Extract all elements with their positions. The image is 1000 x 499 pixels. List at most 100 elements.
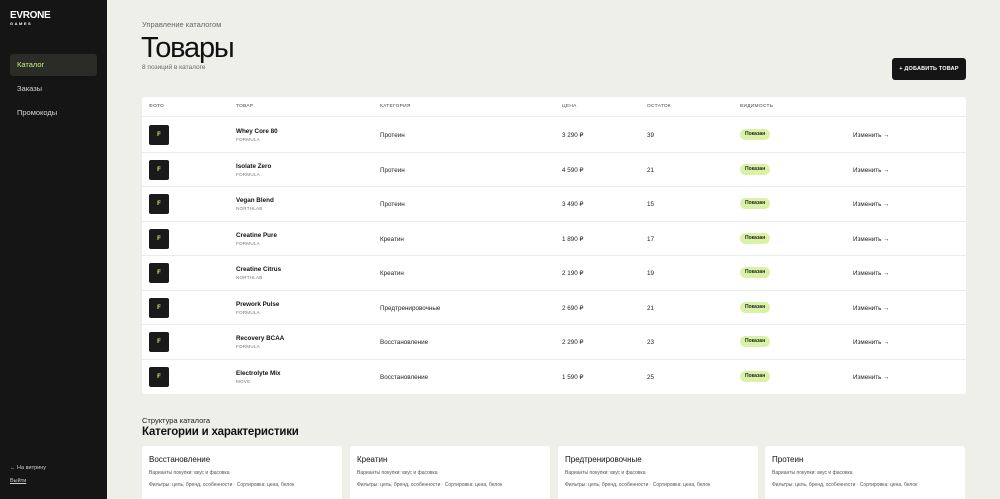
product-stock: 21: [647, 304, 655, 312]
product-price: 1 590 ₽: [562, 373, 584, 381]
product-category: Протеин: [380, 166, 405, 174]
product-price: 3 490 ₽: [562, 201, 584, 208]
product-brand: FORMULA: [236, 344, 260, 349]
category-variants: Варианты покупки: вкус и фасовка: [772, 470, 853, 476]
product-stock: 23: [647, 339, 655, 346]
visibility-badge[interactable]: Показан: [740, 336, 771, 347]
products-table: ФОТО ТОВАР КАТЕГОРИЯ ЦЕНА ОСТАТОК ВИДИМО…: [142, 97, 966, 394]
product-brand: MOVE: [236, 378, 251, 384]
product-price: 2 190 ₽: [562, 270, 584, 277]
product-thumbnail: F: [149, 366, 169, 387]
visibility-badge[interactable]: Показан: [740, 267, 771, 278]
edit-product-link[interactable]: Изменить →: [853, 167, 889, 174]
product-price: 1 890 ₽: [562, 235, 584, 243]
product-name: Recovery BCAA: [236, 335, 285, 342]
category-card[interactable]: Протеин Варианты покупки: вкус и фасовка…: [765, 446, 965, 499]
table-header: ФОТО ТОВАР КАТЕГОРИЯ ЦЕНА ОСТАТОК ВИДИМО…: [142, 97, 966, 117]
product-brand: FORMULA: [236, 240, 260, 246]
category-filters: Фильтры: цель, бренд, особенности · Сорт…: [357, 482, 503, 488]
logo[interactable]: EVRONE GAMES: [10, 10, 51, 27]
product-category: Восстановление: [380, 373, 429, 381]
edit-product-link[interactable]: Изменить →: [853, 305, 889, 312]
edit-product-link[interactable]: Изменить →: [853, 374, 889, 381]
product-stock: 39: [647, 132, 655, 139]
product-stock: 17: [647, 235, 655, 243]
table-row: F Creatine Pure FORMULA Креатин 1 890 ₽ …: [142, 222, 966, 256]
section-title: Категории и характеристики: [142, 426, 299, 438]
table-row: F Recovery BCAA FORMULA Восстановление 2…: [142, 325, 966, 360]
product-thumbnail: F: [149, 332, 169, 352]
page-title: Товары: [141, 32, 235, 64]
logout-link[interactable]: Выйти: [10, 478, 46, 484]
logo-subtext: GAMES: [10, 21, 33, 26]
category-filters: Фильтры: цель, бренд, особенности · Сорт…: [772, 482, 918, 488]
column-header-category: КАТЕГОРИЯ: [380, 104, 411, 109]
column-header-stock: ОСТАТОК: [647, 104, 671, 109]
page-eyebrow: Управление каталогом: [142, 20, 222, 29]
visibility-badge[interactable]: Показан: [740, 370, 771, 382]
visibility-badge[interactable]: Показан: [740, 163, 771, 175]
section-eyebrow: Структура каталога: [142, 416, 211, 425]
column-header-price: ЦЕНА: [562, 104, 577, 109]
product-price: 2 690 ₽: [562, 304, 584, 312]
visibility-badge[interactable]: Показан: [740, 129, 771, 140]
product-name: Electrolyte Mix: [236, 369, 281, 377]
product-name: Creatine Citrus: [236, 266, 282, 273]
column-header-visibility: ВИДИМОСТЬ: [740, 104, 774, 109]
column-header-product: ТОВАР: [236, 104, 254, 109]
category-name: Креатин: [357, 455, 388, 464]
product-thumbnail: F: [149, 263, 169, 283]
table-row: F Vegan Blend NORTHLAB Протеин 3 490 ₽ 1…: [142, 187, 966, 222]
product-stock: 15: [647, 201, 655, 208]
table-row: F Electrolyte Mix MOVE Восстановление 1 …: [142, 360, 966, 395]
product-thumbnail: F: [149, 159, 169, 180]
visibility-badge[interactable]: Показан: [740, 301, 771, 313]
product-category: Протеин: [380, 132, 405, 139]
product-category: Протеин: [380, 201, 405, 208]
product-price: 4 590 ₽: [562, 166, 584, 174]
category-name: Протеин: [772, 455, 804, 464]
product-category: Креатин: [380, 270, 404, 277]
category-variants: Варианты покупки: вкус и фасовка: [357, 470, 438, 476]
product-name: Whey Core 80: [236, 128, 278, 135]
sidebar: EVRONE GAMES Каталог Заказы Промокоды ← …: [0, 0, 107, 499]
column-header-photo: ФОТО: [149, 104, 165, 109]
page-subtitle: 8 позиций в каталоге: [142, 64, 206, 71]
product-thumbnail: F: [149, 194, 169, 214]
product-name: Isolate Zero: [236, 162, 272, 170]
sidebar-item-catalog[interactable]: Каталог: [10, 54, 97, 76]
product-stock: 19: [647, 270, 655, 277]
category-card[interactable]: Креатин Варианты покупки: вкус и фасовка…: [350, 446, 550, 499]
visibility-badge[interactable]: Показан: [740, 232, 771, 244]
product-stock: 21: [647, 166, 655, 174]
table-row: F Whey Core 80 FORMULA Протеин 3 290 ₽ 3…: [142, 118, 966, 153]
edit-product-link[interactable]: Изменить →: [853, 339, 889, 346]
product-category: Креатин: [380, 235, 404, 243]
product-name: Prework Pulse: [236, 300, 280, 308]
category-card[interactable]: Предтренировочные Варианты покупки: вкус…: [558, 446, 758, 499]
category-variants: Варианты покупки: вкус и фасовка: [565, 470, 646, 476]
edit-product-link[interactable]: Изменить →: [853, 132, 889, 139]
product-price: 2 290 ₽: [562, 339, 584, 346]
product-brand: FORMULA: [236, 171, 260, 177]
product-thumbnail: F: [149, 297, 169, 318]
visibility-badge[interactable]: Показан: [740, 198, 771, 209]
add-product-button[interactable]: + ДОБАВИТЬ ТОВАР: [892, 58, 966, 80]
sidebar-item-orders[interactable]: Заказы: [10, 78, 97, 100]
logo-text: EVRONE: [10, 10, 51, 21]
table-row: F Creatine Citrus NORTHLAB Креатин 2 190…: [142, 256, 966, 291]
edit-product-link[interactable]: Изменить →: [853, 236, 889, 243]
table-row: F Prework Pulse FORMULA Предтренировочны…: [142, 291, 966, 325]
sidebar-item-promocodes[interactable]: Промокоды: [10, 102, 97, 124]
sidebar-footer: ← На витрину Выйти: [10, 465, 46, 491]
product-category: Предтренировочные: [380, 304, 441, 312]
product-name: Creatine Pure: [236, 231, 277, 239]
edit-product-link[interactable]: Изменить →: [853, 201, 889, 208]
edit-product-link[interactable]: Изменить →: [853, 270, 889, 277]
category-card[interactable]: Восстановление Варианты покупки: вкус и …: [142, 446, 342, 499]
storefront-link[interactable]: ← На витрину: [10, 465, 46, 471]
product-brand: NORTHLAB: [236, 275, 263, 280]
category-filters: Фильтры: цель, бренд, особенности · Сорт…: [565, 482, 711, 488]
category-variants: Варианты покупки: вкус и фасовка: [149, 470, 230, 476]
product-name: Vegan Blend: [236, 197, 274, 204]
